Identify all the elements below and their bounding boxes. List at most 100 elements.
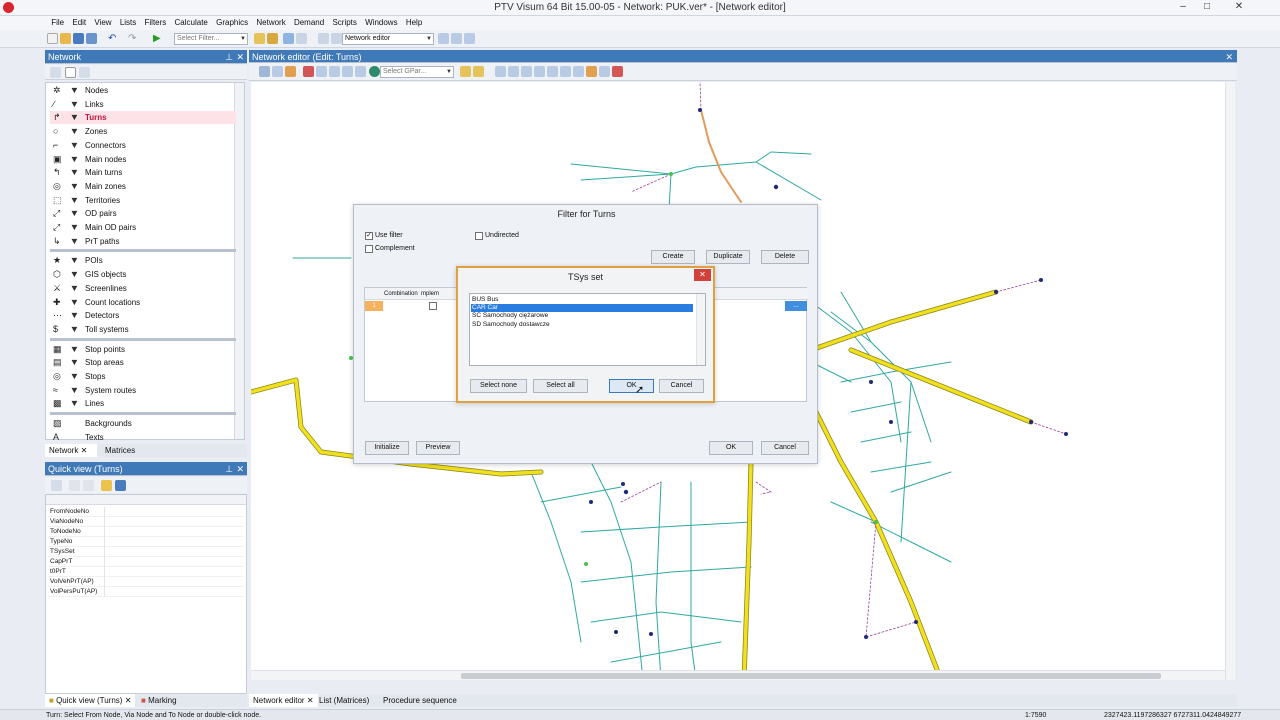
editor-tool-icon[interactable] [612, 66, 623, 77]
menu-graphics[interactable]: Graphics [213, 16, 251, 30]
filter-funnel-icon[interactable]: ▼ [70, 112, 80, 123]
network-item-screenlines[interactable]: ⚔ ▼ Screenlines [50, 282, 236, 295]
editor-tool-icon[interactable] [573, 66, 584, 77]
close-icon[interactable]: ✕ [236, 50, 244, 64]
initialize-button[interactable]: Initialize [365, 441, 409, 455]
network-item-count-locations[interactable]: ✚ ▼ Count locations [50, 296, 236, 309]
tab-list-matrices[interactable]: List (Matrices) [315, 694, 373, 707]
vertical-scrollbar[interactable] [1225, 82, 1235, 680]
network-item-main-zones[interactable]: ◎ ▼ Main zones [50, 180, 236, 193]
menu-calculate[interactable]: Calculate [172, 16, 211, 30]
close-icon[interactable]: ✕ [81, 446, 88, 455]
pin-icon[interactable]: ⊥ [225, 462, 233, 476]
editor-tool-icon[interactable] [316, 66, 327, 77]
close-icon[interactable]: ✕ [1225, 50, 1233, 64]
window-tile-icon[interactable] [438, 33, 449, 44]
globe-icon[interactable] [369, 66, 380, 77]
graphic-params-icon[interactable] [283, 33, 294, 44]
filter-ok-button[interactable]: OK [709, 441, 753, 455]
close-icon[interactable]: ✕ [125, 696, 132, 705]
quick-view-row[interactable]: VolPersPuT(AP) [48, 587, 243, 597]
menu-edit[interactable]: Edit [69, 16, 89, 30]
quick-view-row[interactable]: ToNodeNo [48, 527, 243, 537]
network-item-main-nodes[interactable]: ▣ ▼ Main nodes [50, 153, 236, 166]
menu-lists[interactable]: Lists [117, 16, 139, 30]
editor-tool-icon[interactable] [495, 66, 506, 77]
zoom-icon[interactable] [79, 67, 90, 78]
quick-view-row[interactable]: t0PrT [48, 567, 243, 577]
tsys-list-item[interactable]: CAR Car [471, 304, 693, 313]
close-button[interactable]: ✕ [1222, 0, 1256, 14]
network-item-nodes[interactable]: ✲ ▼ Nodes [50, 84, 236, 97]
gpa-select[interactable]: Select GPar... ▼ [380, 66, 454, 78]
tsys-list-item[interactable]: SD Samochody dostawcze [471, 321, 693, 329]
filter-funnel-icon[interactable]: ▼ [70, 398, 80, 409]
filter-funnel-icon[interactable]: ▼ [70, 357, 80, 368]
filter-icon[interactable] [254, 33, 265, 44]
network-item-backgrounds[interactable]: ▧▼Backgrounds [50, 417, 236, 430]
horizontal-scrollbar[interactable] [251, 670, 1225, 680]
pointer-icon[interactable] [65, 67, 76, 78]
filter-funnel-icon[interactable]: ▼ [70, 167, 80, 178]
undo-icon[interactable]: ↶ [108, 33, 119, 44]
quick-view-row[interactable]: TSysSet [48, 547, 243, 557]
network-item-stops[interactable]: ◎ ▼ Stops [50, 370, 236, 383]
menu-scripts[interactable]: Scripts [329, 16, 359, 30]
select-all-button[interactable]: Select all [533, 379, 588, 393]
network-item-territories[interactable]: ⬚ ▼ Territories [50, 194, 236, 207]
tsys-cancel-button[interactable]: Cancel [659, 379, 704, 393]
editor-tool-icon[interactable] [329, 66, 340, 77]
delete-button[interactable]: Delete [761, 250, 809, 264]
tab-procedure-sequence[interactable]: Procedure sequence [379, 694, 461, 707]
editor-tool-icon[interactable] [547, 66, 558, 77]
filter-funnel-icon[interactable]: ▼ [70, 310, 80, 321]
network-item-toll-systems[interactable]: $ ▼ Toll systems [50, 323, 236, 336]
undirected-checkbox[interactable] [475, 232, 483, 240]
filter-edit-icon[interactable] [267, 33, 278, 44]
network-item-gis-objects[interactable]: ⬡ ▼ GIS objects [50, 268, 236, 281]
filter-funnel-icon[interactable]: ▼ [70, 236, 80, 247]
open-file-icon[interactable] [60, 33, 71, 44]
network-item-texts[interactable]: A▼Texts [50, 431, 236, 444]
tab-marking[interactable]: ■ Marking [137, 694, 181, 707]
network-item-main-turns[interactable]: ↰ ▼ Main turns [50, 166, 236, 179]
filter-funnel-icon[interactable]: ▼ [70, 195, 80, 206]
filter-funnel-icon[interactable]: ▼ [70, 222, 80, 233]
editor-tool-icon[interactable] [508, 66, 519, 77]
filter-funnel-icon[interactable]: ▼ [70, 283, 80, 294]
window-cascade-icon[interactable] [451, 33, 462, 44]
filter-cancel-button[interactable]: Cancel [761, 441, 809, 455]
duplicate-button[interactable]: Duplicate [706, 250, 750, 264]
quick-view-row[interactable]: VolVehPrT(AP) [48, 577, 243, 587]
quick-view-tool-icon[interactable] [115, 480, 126, 491]
save-icon[interactable] [73, 33, 84, 44]
zoom-out-icon[interactable] [534, 66, 545, 77]
table-icon[interactable] [331, 33, 342, 44]
quick-view-tool-icon[interactable] [51, 480, 62, 491]
select-none-button[interactable]: Select none [470, 379, 527, 393]
tsys-list-item[interactable]: SC Samochody ciężarowe [471, 312, 693, 320]
tsys-ok-button[interactable]: OK [609, 379, 654, 393]
quick-view-tool-icon[interactable] [69, 480, 80, 491]
menu-filters[interactable]: Filters [142, 16, 170, 30]
row-complement-checkbox[interactable] [429, 302, 437, 310]
tab-quick-view[interactable]: ■ Quick view (Turns) ✕ [45, 694, 136, 707]
editor-tool-icon[interactable] [272, 66, 283, 77]
quick-view-tool-icon[interactable] [101, 480, 112, 491]
tsys-list-item[interactable]: BUS Bus [471, 296, 693, 304]
editor-tool-icon[interactable] [303, 66, 314, 77]
menu-view[interactable]: View [91, 16, 114, 30]
filter-funnel-icon[interactable]: ▼ [70, 99, 80, 110]
grid-icon[interactable] [318, 33, 329, 44]
filter-funnel-icon[interactable]: ▼ [70, 385, 80, 396]
menu-network[interactable]: Network [253, 16, 288, 30]
filter-funnel-icon[interactable]: ▼ [70, 371, 80, 382]
pencil-icon[interactable] [586, 66, 597, 77]
filter-funnel-icon[interactable]: ▼ [70, 255, 80, 266]
quick-view-row[interactable]: FromNodeNo [48, 507, 243, 517]
network-item-pois[interactable]: ★ ▼ POIs [50, 254, 236, 267]
network-item-od-pairs[interactable]: ⤢ ▼ OD pairs [50, 207, 236, 220]
menu-help[interactable]: Help [403, 16, 425, 30]
pin-icon[interactable]: ⊥ [225, 50, 233, 64]
editor-tool-icon[interactable] [259, 66, 270, 77]
